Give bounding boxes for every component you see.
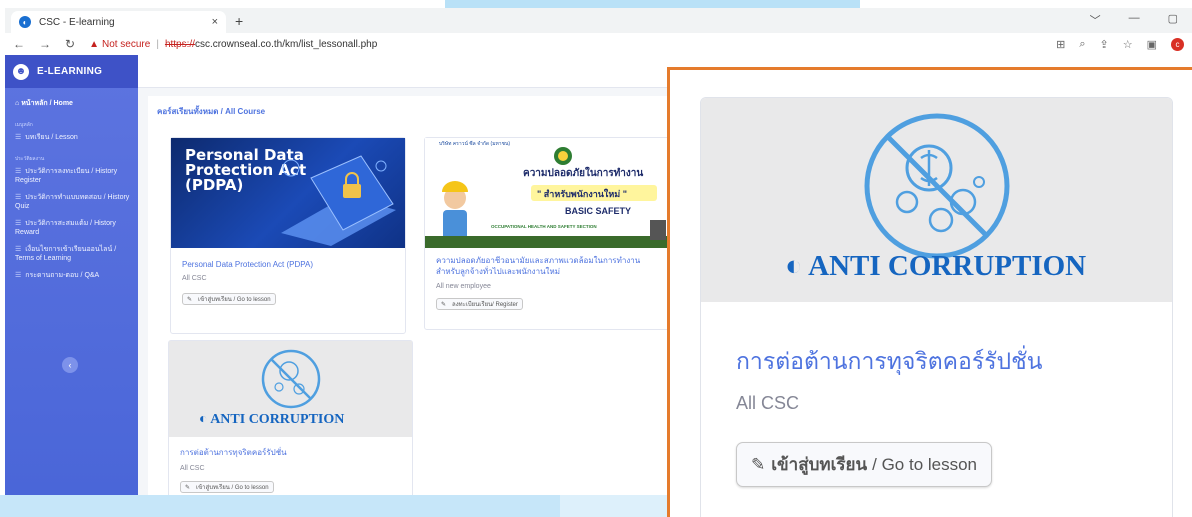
laptop-lock-illustration [281, 155, 396, 246]
anti-label-text: ANTI CORRUPTION [210, 412, 345, 427]
edit-icon: ✎ [187, 296, 193, 303]
course-title[interactable]: การต่อต้านการทุจริตคอร์รัปชั่น [180, 447, 287, 458]
edit-icon: ✎ [185, 484, 191, 491]
sidebar-item-history-register[interactable]: ☰ ประวัติการลงทะเบียน / History Register [5, 163, 138, 189]
sidebar-item-terms[interactable]: ☰ เงื่อนไขการเข้าเรียนออนไลน์ / Terms of … [5, 241, 138, 267]
course-thumbnail[interactable]: บริษัท คราวน์ ซีล จำกัด (มหาชน) ความปลอด… [425, 138, 669, 248]
course-audience: All CSC [182, 275, 207, 282]
anti-label-text: ANTI CORRUPTION [808, 250, 1087, 282]
sidebar-item-history-quiz[interactable]: ☰ ประวัติการทำแบบทดสอบ / History Quiz [5, 189, 138, 215]
thumb-anti-label: ◐ ANTI CORRUPTION [199, 412, 344, 428]
brand-logo-icon: ☻ [13, 63, 29, 80]
list-icon: ☰ [15, 220, 22, 227]
thumb-heading: ความปลอดภัยในการทำงาน [523, 168, 644, 179]
sidebar-item-label: ประวัติการสะสมแต้ม / History Reward [15, 220, 116, 236]
sidebar-item-lesson[interactable]: ☰ บทเรียน / Lesson [5, 129, 138, 146]
sidebar-item-label: ประวัติการทำแบบทดสอบ / History Quiz [15, 194, 130, 210]
course-title[interactable]: ความปลอดภัยอาชีวอนามัยและสภาพแวดล้อมในกา… [436, 255, 662, 277]
backdrop-bottom-mid [560, 495, 670, 517]
course-list-panel: คอร์สเรียนทั้งหมด / All Course Personal … [148, 96, 673, 495]
not-secure-label[interactable]: Not secure [102, 39, 150, 50]
sidebar-item-label: หน้าหลัก / Home [21, 100, 73, 107]
zoom-icon[interactable]: ⌕ [1079, 38, 1085, 51]
edit-icon: ✎ [751, 454, 766, 474]
brand-label: E-LEARNING [37, 66, 103, 77]
course-card-anti-corruption[interactable]: ◐ ANTI CORRUPTION การต่อต้านการทุจริตคอร… [168, 340, 413, 495]
url-text[interactable]: csc.crownseal.co.th/km/list_lessonall.ph… [195, 39, 377, 50]
sidebar-item-label: บทเรียน / Lesson [25, 134, 78, 141]
register-button[interactable]: ✎ ลงทะเบียนเรียน/ Register [436, 298, 523, 310]
reload-icon[interactable]: ↻ [65, 37, 75, 51]
zoomed-course-title[interactable]: การต่อต้านการทุจริตคอร์รัปชั่น [736, 344, 1042, 380]
back-icon[interactable]: ← [13, 37, 25, 51]
button-label: เข้าสู่บทเรียน / Go to lesson [198, 297, 271, 303]
address-bar: ← → ↻ ▲ Not secure | https:// csc.crowns… [5, 33, 1192, 55]
browser-tab[interactable]: ◐ CSC - E-learning × [11, 11, 226, 33]
zoomed-thumbnail[interactable]: ◐ ANTI CORRUPTION [701, 98, 1172, 302]
sidepanel-icon[interactable]: ▣ [1147, 38, 1157, 51]
crown-logo-icon: ◐ [199, 412, 211, 427]
thumb-basic: BASIC SAFETY [565, 206, 632, 216]
thumb-section: OCCUPATIONAL HEALTH AND SAFETY SECTION [491, 224, 597, 229]
zoom-callout: ◐ ANTI CORRUPTION การต่อต้านการทุจริตคอร… [667, 67, 1192, 517]
list-icon: ☰ [15, 194, 22, 201]
sidebar-collapse-button[interactable]: ‹ [62, 357, 78, 373]
sidebar-heading-main: เมนูหลัก [15, 122, 33, 128]
course-audience: All CSC [180, 465, 205, 472]
button-label: เข้าสู่บทเรียน / Go to lesson [196, 485, 269, 491]
list-icon: ☰ [15, 168, 22, 175]
sidebar-item-label: กระดานถาม-ตอบ / Q&A [25, 272, 100, 279]
bookmark-star-icon[interactable]: ☆ [1123, 38, 1133, 51]
translate-icon[interactable]: ⊞ [1056, 38, 1065, 51]
forward-icon[interactable]: → [39, 37, 51, 51]
tab-strip: ◐ CSC - E-learning × + ﹀ — ▢ [5, 8, 1192, 33]
maximize-button[interactable]: ▢ [1168, 12, 1178, 28]
profile-avatar[interactable]: c [1171, 37, 1184, 51]
list-icon: ☰ [15, 272, 22, 279]
sidebar-brand[interactable]: ☻ E-LEARNING [5, 55, 138, 88]
sidebar-item-label: ประวัติการลงทะเบียน / History Register [15, 168, 118, 184]
zoomed-course-audience: All CSC [736, 393, 800, 413]
new-tab-button[interactable]: + [235, 13, 243, 29]
sidebar-item-home[interactable]: ⌂ หน้าหลัก / Home [11, 95, 132, 112]
tab-title: CSC - E-learning [39, 16, 115, 28]
window-controls: ﹀ — ▢ [1090, 12, 1178, 28]
warning-icon[interactable]: ▲ [89, 39, 99, 50]
sidebar-item-label: เงื่อนไขการเข้าเรียนออนไลน์ / Terms of L… [15, 246, 117, 262]
go-to-lesson-button[interactable]: ✎ เข้าสู่บทเรียน / Go to lesson [180, 481, 274, 493]
course-thumbnail[interactable]: ◐ ANTI CORRUPTION [169, 341, 412, 437]
list-icon: ☰ [15, 134, 22, 141]
list-icon: ☰ [15, 246, 22, 253]
course-card-pdpa[interactable]: Personal Data Protection Act (PDPA) Pers… [170, 137, 406, 334]
share-icon[interactable]: ⇪ [1100, 38, 1109, 51]
sidebar-item-qa[interactable]: ☰ กระดานถาม-ตอบ / Q&A [5, 267, 138, 284]
tab-search-icon[interactable]: ﹀ [1090, 12, 1101, 28]
favicon-icon: ◐ [19, 16, 31, 28]
course-card-safety[interactable]: บริษัท คราวน์ ซีล จำกัด (มหาชน) ความปลอด… [424, 137, 670, 330]
sidebar: ☻ E-LEARNING ⌂ หน้าหลัก / Home เมนูหลัก … [5, 55, 138, 495]
course-title[interactable]: Personal Data Protection Act (PDPA) [182, 259, 313, 270]
url-scheme[interactable]: https:// [165, 39, 195, 50]
button-label-en: / Go to lesson [872, 454, 978, 474]
sidebar-heading-history: ประวัติผลงาน [15, 156, 45, 162]
go-to-lesson-button[interactable]: ✎ เข้าสู่บทเรียน / Go to lesson [182, 293, 276, 305]
url-separator: | [156, 38, 159, 50]
tab-close-icon[interactable]: × [212, 16, 218, 28]
edit-icon: ✎ [441, 301, 447, 308]
thumb-subheading: " สำหรับพนักงานใหม่ " [537, 189, 627, 199]
zoomed-course-card[interactable]: ◐ ANTI CORRUPTION การต่อต้านการทุจริตคอร… [700, 97, 1173, 517]
course-audience: All new employee [436, 283, 491, 290]
crown-logo-icon: ◐ [785, 250, 809, 282]
sidebar-item-history-reward[interactable]: ☰ ประวัติการสะสมแต้ม / History Reward [5, 215, 138, 241]
button-label-thai: เข้าสู่บทเรียน [771, 455, 868, 474]
breadcrumb: คอร์สเรียนทั้งหมด / All Course [157, 107, 266, 116]
button-label: ลงทะเบียนเรียน/ Register [452, 302, 518, 308]
course-thumbnail[interactable]: Personal Data Protection Act (PDPA) [171, 138, 405, 248]
zoom-anti-label: ◐ ANTI CORRUPTION [785, 250, 1086, 283]
minimize-button[interactable]: — [1129, 12, 1140, 28]
zoomed-go-to-lesson-button[interactable]: ✎ เข้าสู่บทเรียน / Go to lesson [736, 442, 993, 487]
